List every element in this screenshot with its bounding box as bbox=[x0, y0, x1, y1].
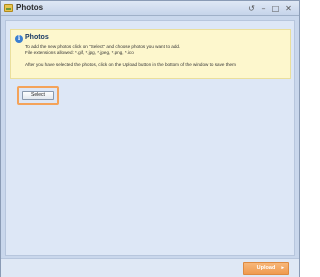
arrow-right-icon: ▸ bbox=[281, 265, 284, 271]
info-line-instructions: To add the new photos click on "Select" … bbox=[25, 44, 181, 49]
window-title: Photos bbox=[16, 3, 44, 12]
window-titlebar[interactable]: Photos ↺ – □ ✕ bbox=[1, 1, 299, 16]
photos-window: Photos ↺ – □ ✕ i Photos To add the new p… bbox=[0, 0, 300, 277]
info-line-extensions: File extensions allowed: *.gif, *.jpg, *… bbox=[25, 50, 134, 55]
select-button-highlight: Select bbox=[17, 86, 59, 105]
restore-icon[interactable]: ↺ bbox=[247, 4, 256, 13]
info-title: Photos bbox=[25, 34, 49, 41]
photos-content-area: i Photos To add the new photos click on … bbox=[5, 20, 295, 256]
upload-button-label: Upload bbox=[256, 265, 276, 271]
info-line-upload-hint: After you have selected the photos, clic… bbox=[25, 62, 236, 67]
info-icon: i bbox=[15, 35, 23, 43]
minimize-icon[interactable]: – bbox=[259, 4, 268, 13]
info-panel: i Photos To add the new photos click on … bbox=[10, 29, 291, 79]
upload-button[interactable]: Upload ▸ bbox=[243, 262, 289, 275]
maximize-icon[interactable]: □ bbox=[271, 4, 280, 13]
window-footer: Upload ▸ bbox=[1, 258, 299, 277]
photo-gallery-icon bbox=[4, 4, 13, 12]
close-icon[interactable]: ✕ bbox=[284, 4, 293, 13]
select-button[interactable]: Select bbox=[22, 91, 54, 100]
